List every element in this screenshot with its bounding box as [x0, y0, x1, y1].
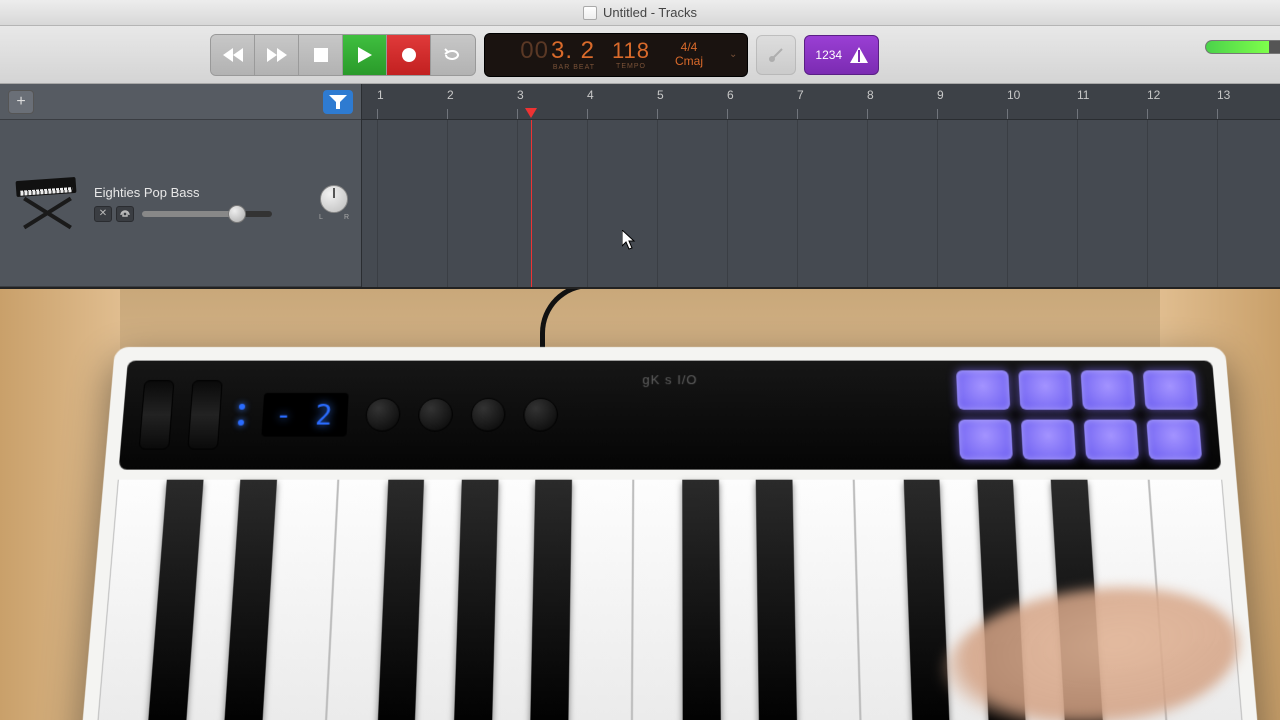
lcd-position: 3. 2 [551, 39, 595, 63]
usb-cable [540, 289, 630, 353]
ruler-bar-number: 11 [1077, 88, 1089, 102]
ruler-bar-number: 5 [657, 88, 664, 102]
pan-knob[interactable] [320, 185, 348, 213]
volume-slider[interactable] [142, 211, 272, 217]
tracks-area: + Eighties Pop Bass ✕ [0, 84, 1280, 289]
ruler-bar-number: 10 [1007, 88, 1020, 102]
window-titlebar: Untitled - Tracks [0, 0, 1280, 26]
track-header-bar: + [0, 84, 361, 120]
led-indicator [238, 420, 244, 426]
encoder-knob [470, 398, 505, 432]
transport-controls [210, 34, 476, 76]
mouse-cursor-icon [622, 230, 638, 250]
ruler[interactable]: 12345678910111213 [362, 84, 1280, 120]
pan-left-label: L [319, 214, 323, 221]
mute-button[interactable]: ✕ [94, 206, 112, 222]
cycle-button[interactable] [431, 35, 475, 75]
lcd-position-pad: 00 [520, 39, 549, 63]
document-icon [583, 6, 597, 20]
volume-thumb[interactable] [228, 205, 246, 223]
rewind-button[interactable] [211, 35, 255, 75]
add-track-button[interactable]: + [8, 90, 34, 114]
record-button[interactable] [387, 35, 431, 75]
play-button[interactable] [343, 35, 387, 75]
timeline[interactable]: 12345678910111213 [362, 84, 1280, 287]
lcd-position-label: BAR BEAT [553, 64, 595, 71]
lcd-time-signature: 4/4 [681, 41, 698, 54]
lcd-key: Cmaj [675, 54, 703, 68]
ruler-bar-number: 6 [727, 88, 734, 102]
ruler-bar-number: 2 [447, 88, 454, 102]
count-in-label: 1234 [815, 48, 842, 62]
toolbar: 00 3. 2 BAR BEAT 118 TEMPO 4/4 Cmaj ⌄ 12… [0, 26, 1280, 84]
track-row[interactable]: Eighties Pop Bass ✕ L [0, 120, 361, 287]
drum-pads [956, 370, 1202, 459]
led-indicator [239, 404, 245, 410]
ruler-bar-number: 7 [797, 88, 804, 102]
solo-button[interactable] [116, 206, 134, 222]
encoder-knob [418, 398, 454, 432]
encoder-knob [365, 398, 401, 432]
track-filter-button[interactable] [323, 90, 353, 114]
octave-display: - 2 [261, 393, 348, 437]
desk-photo: gK s I/O - 2 [0, 289, 1280, 720]
instrument-icon [12, 173, 82, 233]
ruler-bar-number: 13 [1217, 88, 1230, 102]
window-title: Untitled - Tracks [603, 5, 697, 20]
ruler-bar-number: 3 [517, 88, 524, 102]
tuner-button[interactable] [756, 35, 796, 75]
track-name: Eighties Pop Bass [94, 185, 307, 200]
lcd-dropdown-icon[interactable]: ⌄ [729, 49, 737, 60]
playhead-marker[interactable] [525, 108, 537, 118]
mod-wheel [187, 380, 222, 449]
count-in-button[interactable]: 1234 [804, 35, 879, 75]
ruler-bar-number: 9 [937, 88, 944, 102]
keyboard-brand: gK s I/O [642, 372, 697, 387]
pitch-wheel [139, 380, 175, 449]
playhead-line [531, 120, 532, 287]
master-volume-meter [1205, 40, 1280, 54]
ruler-bar-number: 1 [377, 88, 384, 102]
stop-button[interactable] [299, 35, 343, 75]
track-header-column: + Eighties Pop Bass ✕ [0, 84, 362, 287]
arrange-area[interactable] [362, 120, 1280, 287]
ruler-bar-number: 4 [587, 88, 594, 102]
encoder-knob [523, 398, 558, 432]
lcd-tempo: 118 [612, 40, 650, 62]
forward-button[interactable] [255, 35, 299, 75]
lcd-tempo-label: TEMPO [616, 63, 646, 70]
lcd-display[interactable]: 00 3. 2 BAR BEAT 118 TEMPO 4/4 Cmaj ⌄ [484, 33, 748, 77]
pan-right-label: R [344, 214, 349, 221]
ruler-bar-number: 8 [867, 88, 874, 102]
metronome-icon [850, 47, 868, 63]
ruler-bar-number: 12 [1147, 88, 1160, 102]
